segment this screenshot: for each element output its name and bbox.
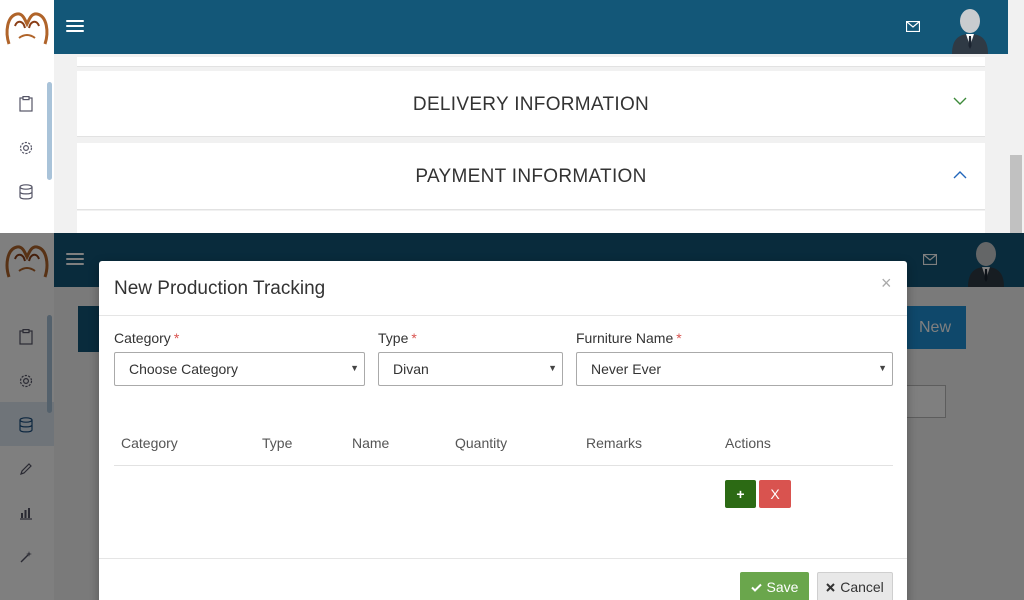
furniture-name-label-text: Furniture Name	[576, 330, 674, 346]
required-mark: *	[173, 330, 180, 346]
required-mark: *	[411, 330, 417, 346]
clipboard-icon[interactable]	[14, 92, 38, 116]
payment-panel-body	[77, 211, 985, 233]
modal-footer-divider	[99, 558, 907, 559]
close-icon[interactable]: ×	[881, 273, 892, 294]
cancel-button-label: Cancel	[840, 579, 884, 595]
chevron-down-icon: ▼	[350, 363, 359, 373]
column-header-type: Type	[262, 435, 293, 451]
table-header-divider	[114, 465, 893, 466]
mail-icon[interactable]	[905, 19, 921, 37]
panel-above	[77, 57, 985, 67]
column-header-name: Name	[352, 435, 390, 451]
furniture-name-label: Furniture Name *	[576, 330, 682, 346]
category-label-text: Category	[114, 330, 171, 346]
column-header-category: Category	[121, 435, 178, 451]
modal-title: New Production Tracking	[114, 278, 326, 299]
save-button[interactable]: Save	[740, 572, 809, 600]
add-row-button[interactable]: +	[725, 480, 756, 508]
page-scrollbar-thumb[interactable]	[1010, 155, 1022, 233]
delivery-information-panel[interactable]: DELIVERY INFORMATION	[77, 71, 985, 137]
sidebar-scrollbar[interactable]	[47, 82, 52, 180]
type-select-value: Divan	[393, 361, 429, 377]
chevron-down-icon: ▼	[878, 363, 887, 373]
user-avatar-icon[interactable]	[948, 4, 992, 59]
category-select-value: Choose Category	[129, 361, 238, 377]
brand-logo[interactable]	[0, 4, 54, 50]
hamburger-menu-icon[interactable]	[66, 19, 84, 33]
column-header-actions: Actions	[725, 435, 771, 451]
column-header-remarks: Remarks	[586, 435, 643, 451]
category-label: Category *	[114, 330, 179, 346]
new-production-tracking-modal: New Production Tracking × Category * Choo…	[99, 261, 907, 600]
payment-information-title: PAYMENT INFORMATION	[415, 166, 647, 187]
close-icon	[826, 582, 835, 592]
chevron-down-icon: ▼	[548, 363, 557, 373]
column-header-quantity: Quantity	[455, 435, 508, 451]
gear-icon[interactable]	[14, 136, 38, 160]
furniture-name-select-value: Never Ever	[591, 361, 662, 377]
type-label-text: Type	[378, 330, 409, 346]
furniture-name-select[interactable]: Never Ever ▼	[576, 352, 893, 386]
top-navbar	[54, 0, 1008, 54]
cancel-button[interactable]: Cancel	[817, 572, 893, 600]
payment-information-panel[interactable]: PAYMENT INFORMATION	[77, 143, 985, 210]
database-icon[interactable]	[14, 180, 38, 204]
checkmark-icon	[750, 583, 762, 592]
required-mark: *	[676, 330, 682, 346]
chevron-up-icon[interactable]	[953, 166, 967, 184]
modal-header-divider	[99, 315, 907, 316]
chevron-down-icon[interactable]	[953, 93, 967, 111]
save-button-label: Save	[766, 579, 799, 595]
category-select[interactable]: Choose Category ▼	[114, 352, 365, 386]
type-label: Type *	[378, 330, 417, 346]
delivery-information-title: DELIVERY INFORMATION	[412, 94, 650, 115]
type-select[interactable]: Divan ▼	[378, 352, 563, 386]
remove-row-button[interactable]: X	[759, 480, 791, 508]
